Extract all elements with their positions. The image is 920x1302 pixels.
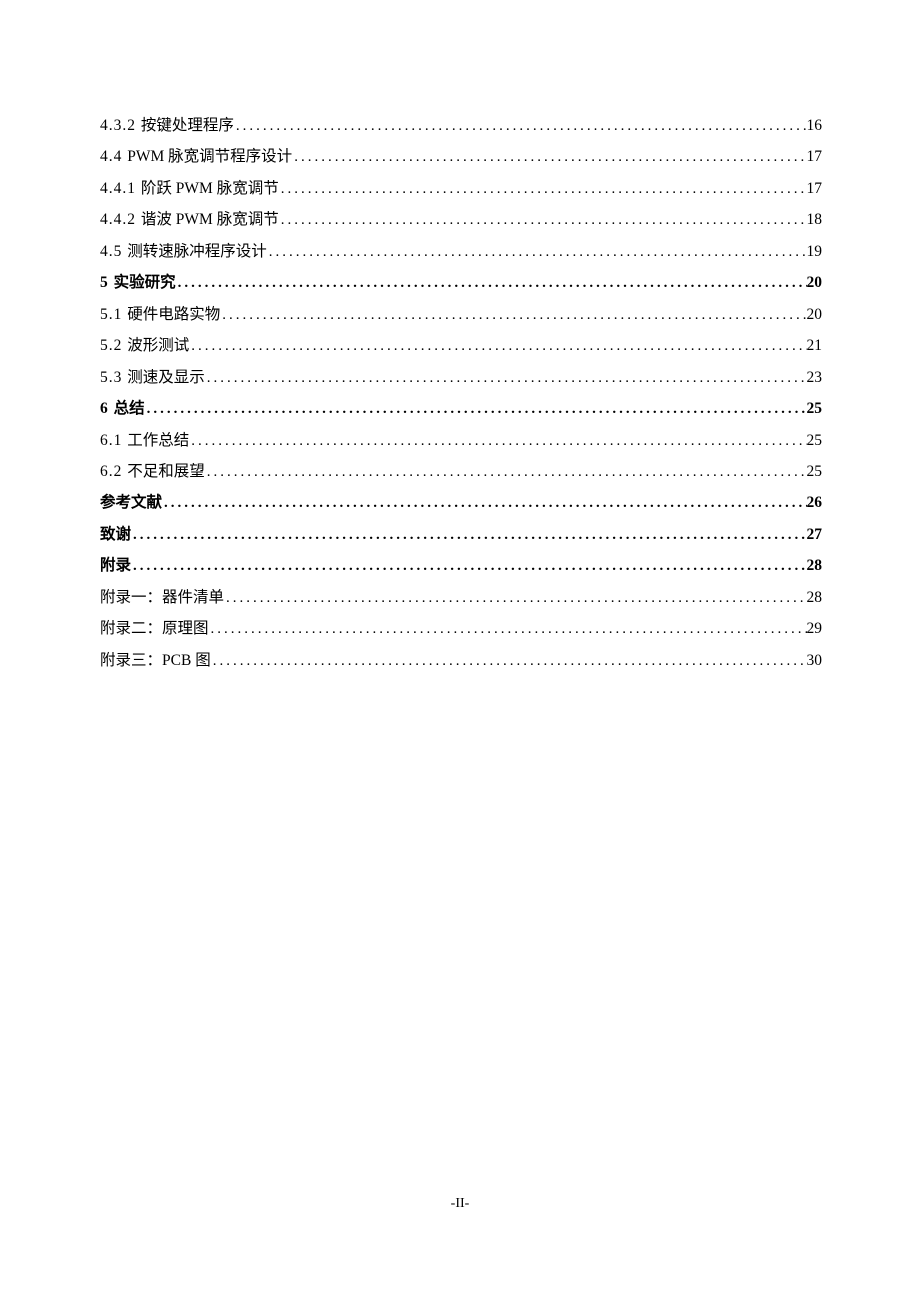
toc-leader-dots: ........................................… xyxy=(279,205,807,235)
toc-latin: PCB xyxy=(162,652,195,669)
toc-leader-dots: ........................................… xyxy=(205,457,807,487)
toc-latin: PWM xyxy=(172,211,217,228)
toc-entry[interactable]: 4.5 测转速脉冲程序设计 ..........................… xyxy=(100,236,822,267)
toc-section-number: 4.4.2 xyxy=(100,211,141,228)
toc-entry[interactable]: 5 实验研究 .................................… xyxy=(100,267,822,298)
table-of-contents: 4.3.2 按键处理程序 ...........................… xyxy=(100,110,822,676)
toc-page-number: 25 xyxy=(807,393,823,424)
toc-leader-dots: ........................................… xyxy=(267,237,807,267)
toc-page-number: 28 xyxy=(807,550,823,581)
toc-entry[interactable]: 4.3.2 按键处理程序 ...........................… xyxy=(100,110,822,141)
toc-page-number: 17 xyxy=(807,141,823,172)
toc-page-number: 28 xyxy=(807,582,823,613)
toc-leader-dots: ........................................… xyxy=(211,646,807,676)
toc-latin: PWM xyxy=(172,180,217,197)
toc-title: 5.1 硬件电路实物 xyxy=(100,299,220,330)
toc-page-number: 19 xyxy=(807,236,823,267)
toc-latin: PWM xyxy=(127,148,168,165)
toc-entry[interactable]: 5.1 硬件电路实物 .............................… xyxy=(100,299,822,330)
toc-entry[interactable]: 致谢 .....................................… xyxy=(100,519,822,550)
toc-section-number: 5.2 xyxy=(100,337,127,354)
toc-title: 4.4.2 谐波 PWM 脉宽调节 xyxy=(100,204,279,235)
toc-page-number: 30 xyxy=(807,645,823,676)
toc-page-number: 26 xyxy=(807,487,823,518)
toc-leader-dots: ........................................… xyxy=(220,300,806,330)
toc-entry[interactable]: 参考文献 ...................................… xyxy=(100,487,822,518)
toc-section-number: 4.5 xyxy=(100,243,127,260)
toc-entry[interactable]: 附录三：PCB 图 ..............................… xyxy=(100,645,822,676)
toc-entry[interactable]: 附录二：原理图 ................................… xyxy=(100,613,822,644)
toc-title: 4.4.1 阶跃 PWM 脉宽调节 xyxy=(100,173,279,204)
document-page: 4.3.2 按键处理程序 ...........................… xyxy=(0,0,920,1302)
toc-entry[interactable]: 附录 .....................................… xyxy=(100,550,822,581)
toc-leader-dots: ........................................… xyxy=(131,551,806,581)
toc-section-number: 5.1 xyxy=(100,306,127,323)
toc-title: 附录一：器件清单 xyxy=(100,582,224,613)
toc-title: 4.3.2 按键处理程序 xyxy=(100,110,234,141)
toc-page-number: 23 xyxy=(807,362,823,393)
toc-title: 附录二：原理图 xyxy=(100,613,209,644)
toc-page-number: 27 xyxy=(807,519,823,550)
toc-title: 5 实验研究 xyxy=(100,267,176,298)
toc-leader-dots: ........................................… xyxy=(189,331,806,361)
toc-title: 5.3 测速及显示 xyxy=(100,362,205,393)
toc-title: 6 总结 xyxy=(100,393,145,424)
toc-entry[interactable]: 4.4.1 阶跃 PWM 脉宽调节 ......................… xyxy=(100,173,822,204)
toc-entry[interactable]: 4.4 PWM 脉宽调节程序设计 .......................… xyxy=(100,141,822,172)
toc-section-number: 5.3 xyxy=(100,369,127,386)
toc-page-number: 17 xyxy=(807,173,823,204)
toc-leader-dots: ........................................… xyxy=(131,520,806,550)
toc-leader-dots: ........................................… xyxy=(292,142,806,172)
toc-leader-dots: ........................................… xyxy=(205,363,807,393)
toc-page-number: 29 xyxy=(807,613,823,644)
toc-title: 6.1 工作总结 xyxy=(100,425,189,456)
toc-section-number: 6.1 xyxy=(100,432,127,449)
toc-title: 4.4 PWM 脉宽调节程序设计 xyxy=(100,141,292,172)
toc-page-number: 25 xyxy=(807,456,823,487)
toc-entry[interactable]: 5.2 波形测试 ...............................… xyxy=(100,330,822,361)
toc-page-number: 20 xyxy=(807,299,823,330)
toc-section-number: 5 xyxy=(100,274,114,291)
toc-section-number: 6.2 xyxy=(100,463,127,480)
toc-leader-dots: ........................................… xyxy=(224,583,806,613)
toc-page-number: 16 xyxy=(807,110,823,141)
toc-leader-dots: ........................................… xyxy=(209,614,807,644)
toc-page-number: 18 xyxy=(807,204,823,235)
toc-title: 6.2 不足和展望 xyxy=(100,456,205,487)
toc-leader-dots: ........................................… xyxy=(234,111,807,141)
toc-page-number: 25 xyxy=(807,425,823,456)
toc-page-number: 20 xyxy=(807,267,823,298)
toc-entry[interactable]: 附录一：器件清单 ...............................… xyxy=(100,582,822,613)
toc-leader-dots: ........................................… xyxy=(176,268,807,298)
toc-section-number: 4.4.1 xyxy=(100,180,141,197)
toc-title: 致谢 xyxy=(100,519,131,550)
toc-entry[interactable]: 5.3 测速及显示 ..............................… xyxy=(100,362,822,393)
toc-title: 4.5 测转速脉冲程序设计 xyxy=(100,236,267,267)
toc-leader-dots: ........................................… xyxy=(162,488,806,518)
toc-entry[interactable]: 4.4.2 谐波 PWM 脉宽调节 ......................… xyxy=(100,204,822,235)
toc-leader-dots: ........................................… xyxy=(145,394,807,424)
toc-page-number: 21 xyxy=(807,330,823,361)
toc-title: 5.2 波形测试 xyxy=(100,330,189,361)
toc-section-number: 6 xyxy=(100,400,114,417)
toc-title: 附录三：PCB 图 xyxy=(100,645,211,676)
page-footer: -II- xyxy=(0,1196,920,1212)
toc-section-number: 4.4 xyxy=(100,148,127,165)
toc-entry[interactable]: 6 总结 ...................................… xyxy=(100,393,822,424)
toc-leader-dots: ........................................… xyxy=(189,426,806,456)
toc-title: 附录 xyxy=(100,550,131,581)
toc-entry[interactable]: 6.1 工作总结 ...............................… xyxy=(100,425,822,456)
toc-entry[interactable]: 6.2 不足和展望 ..............................… xyxy=(100,456,822,487)
toc-section-number: 4.3.2 xyxy=(100,117,141,134)
toc-leader-dots: ........................................… xyxy=(279,174,807,204)
toc-title: 参考文献 xyxy=(100,487,162,518)
